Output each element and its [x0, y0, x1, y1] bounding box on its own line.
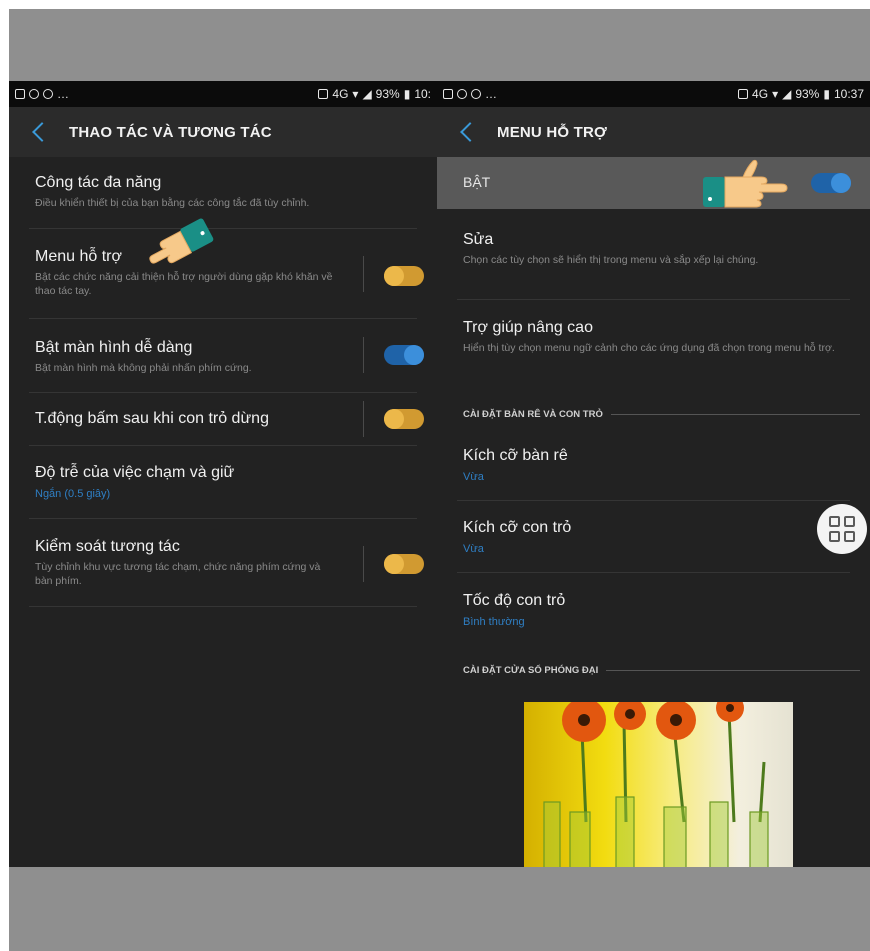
master-switch-bar[interactable]: BẬT — [437, 157, 870, 209]
clock: 10:37 — [833, 87, 864, 101]
notification-icon — [457, 89, 467, 99]
item-title: T.động bấm sau khi con trỏ dừng — [35, 410, 269, 427]
item-title: Công tác đa năng — [35, 174, 162, 191]
list-item-pointer-size[interactable]: Kích cỡ con trỏ Vừa — [437, 518, 870, 555]
divider — [29, 518, 417, 519]
page-title: MENU HỖ TRỢ — [497, 123, 607, 141]
status-bar: … 4G ▾ ◢ 93% ▮ 10:37 — [437, 81, 870, 107]
item-subtitle: Bật màn hình mà không phải nhấn phím cứn… — [35, 362, 252, 374]
list-item-easy-screen-on[interactable]: Bật màn hình dễ dàng Bật màn hình mà khô… — [9, 338, 437, 375]
pointing-hand-icon — [149, 218, 214, 264]
list-item-edit[interactable]: Sửa Chọn các tùy chọn sẽ hiển thị trong … — [437, 230, 870, 267]
back-chevron-icon[interactable] — [32, 122, 52, 142]
magnifier-preview-image — [524, 702, 793, 867]
back-chevron-icon[interactable] — [460, 122, 480, 142]
item-title: Kích cỡ con trỏ — [463, 519, 572, 536]
page-title: THAO TÁC VÀ TƯƠNG TÁC — [69, 123, 272, 141]
app-bar: MENU HỖ TRỢ — [437, 107, 870, 157]
item-title: Độ trễ của việc chạm và giữ — [35, 464, 235, 481]
divider — [457, 299, 850, 300]
section-title: CÀI ĐẶT BÀN RÊ VÀ CON TRỎ — [463, 408, 603, 420]
divider — [29, 445, 417, 446]
item-title: Sửa — [463, 231, 494, 248]
list-item-advanced-help[interactable]: Trợ giúp nâng cao Hiển thị tùy chọn menu… — [437, 318, 870, 355]
pointing-hand-icon — [703, 159, 788, 208]
item-title: Tốc độ con trỏ — [463, 592, 566, 609]
master-switch-toggle[interactable] — [811, 173, 851, 193]
item-title: Kiểm soát tương tác — [35, 538, 180, 555]
section-title: CÀI ĐẶT CỬA SỔ PHÓNG ĐẠI — [463, 664, 599, 676]
notification-icon — [443, 89, 453, 99]
item-subtitle: Hiển thị tùy chọn menu ngữ cảnh cho các … — [463, 342, 835, 354]
battery-icon: ▮ — [403, 87, 411, 101]
divider — [457, 500, 850, 501]
divider — [29, 392, 417, 393]
list-item-pointer-speed[interactable]: Tốc độ con trỏ Bình thường — [437, 591, 870, 628]
right-screen: … 4G ▾ ◢ 93% ▮ 10:37 MENU HỖ TRỢ BẬT Sửa… — [437, 81, 870, 867]
section-header-magnifier: CÀI ĐẶT CỬA SỔ PHÓNG ĐẠI — [463, 663, 860, 677]
notification-icon — [471, 89, 481, 99]
assistant-menu-grid-icon[interactable] — [817, 504, 867, 554]
battery-icon: ▮ — [823, 87, 830, 101]
alarm-icon — [318, 89, 329, 99]
item-subtitle: Tùy chỉnh khu vực tương tác chạm, chức n… — [35, 561, 321, 587]
left-screen: … 4G ▾ ◢ 93% ▮ 10: THAO TÁC VÀ TƯƠNG TÁC… — [9, 81, 437, 867]
item-value: Vừa — [463, 543, 484, 555]
divider — [363, 401, 364, 437]
battery-percent: 93% — [375, 87, 400, 101]
wifi-icon: ▾ — [352, 87, 359, 101]
clock: 10: — [414, 87, 431, 101]
list-item-auto-click[interactable]: T.động bấm sau khi con trỏ dừng — [9, 409, 437, 429]
list-item-multi-switch[interactable]: Công tác đa năng Điều khiển thiết bị của… — [9, 173, 437, 210]
list-item-interaction-control[interactable]: Kiểm soát tương tác Tùy chỉnh khu vực tư… — [9, 537, 437, 588]
cell-signal-icon: ◢ — [782, 87, 792, 101]
more-notifications-icon: … — [485, 87, 497, 101]
divider — [29, 318, 417, 319]
section-header-touchpad: CÀI ĐẶT BÀN RÊ VÀ CON TRỎ — [463, 407, 860, 421]
divider — [457, 572, 850, 573]
notification-icon — [43, 89, 53, 99]
notification-icon — [29, 89, 39, 99]
divider — [363, 546, 364, 582]
interaction-control-toggle[interactable] — [384, 554, 424, 574]
alarm-icon — [738, 89, 749, 99]
item-title: Trợ giúp nâng cao — [463, 319, 593, 336]
signal-label: 4G — [752, 87, 769, 101]
more-notifications-icon: … — [57, 87, 69, 101]
auto-click-toggle[interactable] — [384, 409, 424, 429]
divider — [363, 256, 364, 292]
item-title: Bật màn hình dễ dàng — [35, 339, 193, 356]
notification-icon — [15, 89, 25, 99]
divider — [29, 606, 417, 607]
item-title: Kích cỡ bàn rê — [463, 447, 568, 464]
assistant-menu-toggle[interactable] — [384, 266, 424, 286]
divider — [363, 337, 364, 373]
status-bar: … 4G ▾ ◢ 93% ▮ 10: — [9, 81, 437, 107]
easy-screen-on-toggle[interactable] — [384, 345, 424, 365]
master-switch-label: BẬT — [463, 174, 491, 190]
item-value: Vừa — [463, 471, 484, 483]
item-subtitle: Chọn các tùy chọn sẽ hiển thị trong menu… — [463, 254, 759, 266]
signal-label: 4G — [332, 87, 349, 101]
battery-percent: 93% — [795, 87, 820, 101]
item-title: Menu hỗ trợ — [35, 248, 122, 265]
item-value: Ngắn (0.5 giây) — [35, 488, 111, 500]
list-item-touch-hold-delay[interactable]: Độ trễ của việc chạm và giữ Ngắn (0.5 gi… — [9, 463, 437, 500]
cell-signal-icon: ◢ — [362, 87, 372, 101]
wifi-icon: ▾ — [772, 87, 779, 101]
item-value: Bình thường — [463, 616, 525, 628]
list-item-touchpad-size[interactable]: Kích cỡ bàn rê Vừa — [437, 446, 870, 483]
app-bar: THAO TÁC VÀ TƯƠNG TÁC — [9, 107, 437, 157]
item-subtitle: Điều khiển thiết bị của bạn bằng các côn… — [35, 197, 310, 209]
